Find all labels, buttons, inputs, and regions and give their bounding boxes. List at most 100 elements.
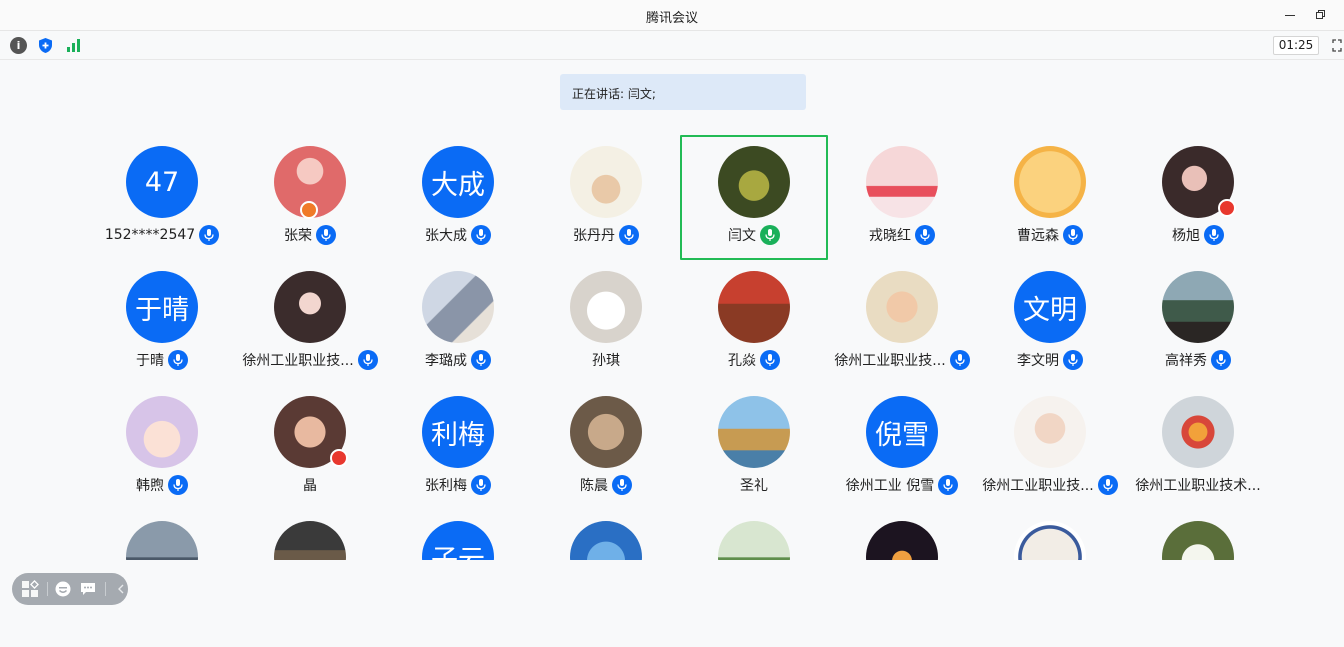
participant-name-row: 圣礼 [680,474,828,496]
mic-icon [915,225,935,245]
meeting-window: 腾讯会议 i 01:25 正在讲话: 闫文; 47 152****2547 张荣 大成… [0,0,1344,647]
participant-tile[interactable] [976,510,1124,560]
drawn-girl-photo [274,271,346,343]
calligraphy-photo [1014,146,1086,218]
participant-tile[interactable] [532,510,680,560]
participant-tile[interactable]: 徐州工业职业技... [828,260,976,385]
participant-name-row: 孙琪 [532,349,680,371]
participant-tile[interactable]: 张荣 [236,135,384,260]
mic-icon [1063,350,1083,370]
participant-tile[interactable]: 徐州工业职业技术... [1124,385,1272,510]
city-skyline-photo [274,521,346,560]
fullscreen-icon[interactable] [1330,37,1344,54]
mic-icon [316,225,336,245]
top-toolbar: i 01:25 [0,31,1344,60]
participant-name: 圣礼 [740,478,768,494]
cartoon-crying-girl-photo [126,396,198,468]
participant-tile[interactable]: 47 152****2547 [88,135,236,260]
avatar-initials: 大成 [422,146,494,218]
participant-tile[interactable]: 戎晓红 [828,135,976,260]
title-bar: 腾讯会议 [0,0,1344,31]
participant-tile[interactable]: 孔焱 [680,260,828,385]
restore-button[interactable] [1313,7,1329,23]
participant-name-row: 徐州工业职业技... [236,349,384,371]
participant-tile[interactable]: 文明 李文明 [976,260,1124,385]
participant-name: 徐州工业职业技... [242,353,354,369]
collapse-icon[interactable] [112,580,130,598]
participant-tile[interactable] [828,510,976,560]
shield-icon[interactable] [37,37,54,54]
participant-tile[interactable]: 倪雪 徐州工业 倪雪 [828,385,976,510]
signal-icon[interactable] [65,37,82,54]
red-forest-photo [718,271,790,343]
participant-tile[interactable]: 孙琪 [532,260,680,385]
participant-tile[interactable]: 李璐成 [384,260,532,385]
cartoon-couple-photo [570,396,642,468]
mic-icon [357,350,378,370]
participant-name-row: 陈晨 [532,474,680,496]
participant-tile[interactable] [1124,510,1272,560]
info-icon[interactable]: i [10,37,27,54]
participant-tile[interactable]: 利梅 张利梅 [384,385,532,510]
mic-icon [760,350,780,370]
chat-icon[interactable] [79,580,97,598]
participant-name: 徐州工业职业技... [834,353,946,369]
window-title: 腾讯会议 [645,11,698,26]
mic-icon [619,225,639,245]
floating-toolbar [12,573,128,605]
woman-portrait-photo [1014,396,1086,468]
two-women-photo [422,271,494,343]
participant-tile[interactable]: 曹远森 [976,135,1124,260]
mic-icon [168,475,188,495]
participant-tile[interactable]: 张丹丹 [532,135,680,260]
participant-name-row: 李文明 [976,349,1124,371]
participant-name-row: 张荣 [236,224,384,246]
minimize-button[interactable] [1282,7,1298,23]
participant-name-row: 徐州工业职业技... [976,474,1124,496]
participant-tile[interactable]: 陈晨 [532,385,680,510]
participant-tile[interactable]: 闫文 [680,135,828,260]
participant-name: 张大成 [425,228,467,244]
participant-tile[interactable]: 圣礼 [680,385,828,510]
participant-tile[interactable]: 于晴 于晴 [88,260,236,385]
participant-name-row: 孔焱 [680,349,828,371]
mic-icon [1211,350,1231,370]
participant-name: 曹远森 [1017,228,1059,244]
emoji-icon[interactable] [54,580,72,598]
participant-name: 陈晨 [580,478,608,494]
mic-icon [949,350,970,370]
mic-icon [168,350,188,370]
participant-tile[interactable]: 徐州工业职业技... [236,260,384,385]
participant-name: 高祥秀 [1165,353,1207,369]
participant-grid[interactable]: 47 152****2547 张荣 大成 张大成 张丹丹 闫文 戎晓红 曹远森 杨旭 于晴 于晴 徐州工… [0,130,1344,560]
cartoon-girl-photo [866,271,938,343]
participant-name-row: 曹远森 [976,224,1124,246]
squirtle-photo [570,521,642,560]
apps-icon[interactable] [21,580,39,598]
participant-name-row: 张大成 [384,224,532,246]
participant-tile[interactable] [680,510,828,560]
participant-tile[interactable]: 子云 [384,510,532,560]
participant-tile[interactable]: 晶 [236,385,384,510]
participant-name: 晶 [303,478,317,494]
participant-tile[interactable]: 杨旭 [1124,135,1272,260]
white-cat-photo [570,271,642,343]
participant-name-row: 杨旭 [1124,224,1272,246]
lake-view-photo [1162,271,1234,343]
participant-name-row: 徐州工业 倪雪 [828,474,976,496]
statue-photo [126,521,198,560]
speaking-text: 正在讲话: 闫文; [572,87,656,101]
participant-tile[interactable]: 徐州工业职业技... [976,385,1124,510]
participant-name: 徐州工业 倪雪 [845,478,935,494]
pig-drawing-photo [570,146,642,218]
participant-tile[interactable]: 韩煦 [88,385,236,510]
participant-tile[interactable] [88,510,236,560]
avatar-initials: 文明 [1014,271,1086,343]
pink-scene-photo [866,146,938,218]
participant-name-row: 晶 [236,474,384,496]
participant-tile[interactable]: 高祥秀 [1124,260,1272,385]
mic-speaking-icon [760,225,780,245]
participant-tile[interactable]: 大成 张大成 [384,135,532,260]
participant-name-row: 闫文 [682,224,826,246]
participant-tile[interactable] [236,510,384,560]
